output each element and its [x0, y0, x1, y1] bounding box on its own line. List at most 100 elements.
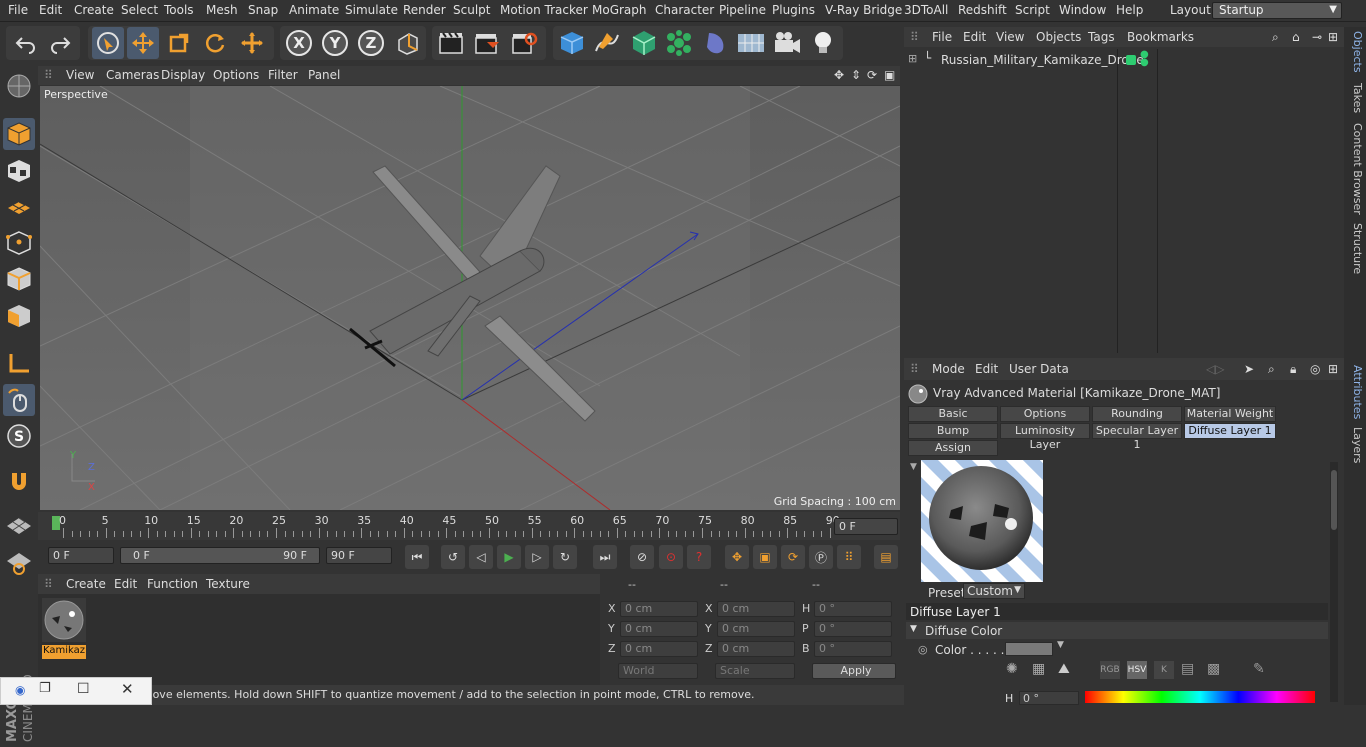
mixer-icon[interactable]: ▤: [1181, 661, 1194, 677]
pen-spline-icon[interactable]: [591, 27, 623, 59]
preview-range-slider[interactable]: 0 F 90 F: [120, 547, 320, 564]
cloner-icon[interactable]: [663, 27, 695, 59]
menu-mograph[interactable]: MoGraph: [592, 3, 647, 17]
side-tab-layers[interactable]: Layers: [1346, 427, 1364, 463]
menu-3dtoall[interactable]: 3DToAll: [904, 3, 948, 17]
viewport-menu-panel[interactable]: Panel: [308, 68, 340, 82]
goto-end-icon[interactable]: ⏭: [593, 545, 617, 569]
menu-create[interactable]: Create: [74, 3, 114, 17]
object-row[interactable]: ⊞ └ Russian_Military_Kamikaze_Drone ● ●: [908, 50, 1338, 69]
maximize-icon[interactable]: ☐: [77, 681, 90, 697]
preset-select[interactable]: Custom ▼: [963, 583, 1025, 599]
image-picker-icon[interactable]: ⛰: [1058, 661, 1070, 677]
mat-menu-create[interactable]: Create: [66, 577, 106, 591]
coordinate-system-icon[interactable]: [392, 27, 424, 59]
menu-mesh[interactable]: Mesh: [206, 3, 238, 17]
goto-start-icon[interactable]: ⏮: [405, 545, 429, 569]
render-view-icon[interactable]: [435, 27, 467, 59]
mode-select[interactable]: Scale: [715, 663, 795, 679]
current-frame-field[interactable]: 0 F: [834, 518, 898, 535]
pos-y-field[interactable]: 0 cm: [620, 621, 698, 637]
side-tab-content-browser[interactable]: Content Browser: [1346, 123, 1364, 215]
search-icon[interactable]: ⌕: [1268, 362, 1275, 377]
rot-h-field[interactable]: 0 °: [814, 601, 892, 617]
layout-select[interactable]: Startup ▼: [1212, 2, 1342, 19]
light-icon[interactable]: [807, 27, 839, 59]
z-axis-lock-icon[interactable]: Z: [355, 27, 387, 59]
menu-simulate[interactable]: Simulate: [345, 3, 398, 17]
obj-menu-objects[interactable]: Objects: [1036, 30, 1081, 44]
tab-options[interactable]: Options: [1000, 406, 1090, 422]
collapse-preview-icon[interactable]: ▼: [910, 462, 917, 472]
object-name[interactable]: Russian_Military_Kamikaze_Drone: [941, 53, 1144, 67]
new-panel-icon[interactable]: ⊞: [1328, 362, 1338, 376]
obj-menu-tags[interactable]: Tags: [1088, 30, 1115, 44]
tab-luminosity-layer[interactable]: Luminosity Layer: [1000, 423, 1090, 451]
rgb-mode-button[interactable]: RGB: [1100, 661, 1120, 679]
back-arrow-icon[interactable]: ◁▷: [1206, 362, 1224, 376]
camera-icon[interactable]: [771, 27, 803, 59]
x-axis-lock-icon[interactable]: X: [283, 27, 315, 59]
end-frame-field[interactable]: 90 F: [326, 547, 392, 564]
workplane-icon[interactable]: [3, 70, 35, 102]
link-icon[interactable]: ⊸: [1312, 30, 1322, 44]
start-frame-field[interactable]: 0 F: [48, 547, 114, 564]
minimized-window-bar[interactable]: ◉ ❐ ☐ ✕: [0, 677, 152, 705]
side-tab-attributes[interactable]: Attributes: [1346, 365, 1364, 419]
locked-workplane-icon[interactable]: [3, 509, 35, 541]
autokey-icon[interactable]: ⊙: [659, 545, 683, 569]
home-icon[interactable]: ⌂: [1292, 30, 1300, 44]
side-tab-structure[interactable]: Structure: [1346, 223, 1364, 274]
menu-vray-bridge[interactable]: V-Ray Bridge: [825, 3, 902, 17]
orbit-view-icon[interactable]: ⟳: [867, 68, 877, 82]
size-x-field[interactable]: 0 cm: [717, 601, 795, 617]
mat-menu-texture[interactable]: Texture: [206, 577, 250, 591]
rot-p-field[interactable]: 0 °: [814, 621, 892, 637]
obj-menu-file[interactable]: File: [932, 30, 952, 44]
viewport-menu-view[interactable]: View: [66, 68, 94, 82]
toggle-views-icon[interactable]: ▣: [884, 68, 895, 82]
menu-help[interactable]: Help: [1116, 3, 1143, 17]
viewport-3d[interactable]: Y Z X Perspective Grid Spacing : 100 cm: [40, 86, 900, 510]
size-z-field[interactable]: 0 cm: [717, 641, 795, 657]
obj-menu-bookmarks[interactable]: Bookmarks: [1127, 30, 1194, 44]
workplane-mode-icon[interactable]: [3, 191, 35, 223]
close-icon[interactable]: ✕: [121, 680, 134, 698]
obj-menu-view[interactable]: View: [996, 30, 1024, 44]
menu-select[interactable]: Select: [121, 3, 158, 17]
settings-icon[interactable]: ◎: [1310, 362, 1320, 376]
swatches-icon[interactable]: ▩: [1207, 661, 1220, 677]
key-rotation-icon[interactable]: ⟳: [781, 545, 805, 569]
prev-frame-icon[interactable]: ◁: [469, 545, 493, 569]
menu-window[interactable]: Window: [1059, 3, 1106, 17]
redo-icon[interactable]: [44, 27, 76, 59]
model-mode-icon[interactable]: [3, 118, 35, 150]
attr-menu-user-data[interactable]: User Data: [1009, 362, 1069, 376]
undo-icon[interactable]: [10, 27, 42, 59]
polygon-mode-icon[interactable]: [3, 300, 35, 332]
layer-color-icon[interactable]: [1126, 55, 1136, 65]
axis-mode-icon[interactable]: [3, 347, 35, 379]
floor-environment-icon[interactable]: [735, 27, 767, 59]
scrollbar[interactable]: [1330, 462, 1338, 702]
pos-z-field[interactable]: 0 cm: [620, 641, 698, 657]
spectrum-icon[interactable]: ▦: [1032, 661, 1045, 677]
play-icon[interactable]: ▶: [497, 545, 521, 569]
color-swatch[interactable]: [1005, 642, 1053, 656]
pos-x-field[interactable]: 0 cm: [620, 601, 698, 617]
snap-icon[interactable]: S: [3, 420, 35, 452]
menu-character[interactable]: Character: [655, 3, 714, 17]
hue-slider[interactable]: [1085, 691, 1315, 703]
subsection-header[interactable]: ▼ Diffuse Color: [906, 622, 1328, 639]
attr-menu-mode[interactable]: Mode: [932, 362, 965, 376]
menu-plugins[interactable]: Plugins: [772, 3, 815, 17]
menu-pipeline[interactable]: Pipeline: [719, 3, 766, 17]
timeline-window-icon[interactable]: ▤: [874, 545, 898, 569]
tab-basic[interactable]: Basic: [908, 406, 998, 422]
hue-field[interactable]: 0 °: [1019, 691, 1079, 705]
menu-animate[interactable]: Animate: [289, 3, 339, 17]
key-position-icon[interactable]: ✥: [725, 545, 749, 569]
side-tab-objects[interactable]: Objects: [1346, 31, 1364, 73]
scrollbar-thumb[interactable]: [1331, 470, 1337, 530]
dolly-view-icon[interactable]: ⇕: [851, 68, 861, 82]
